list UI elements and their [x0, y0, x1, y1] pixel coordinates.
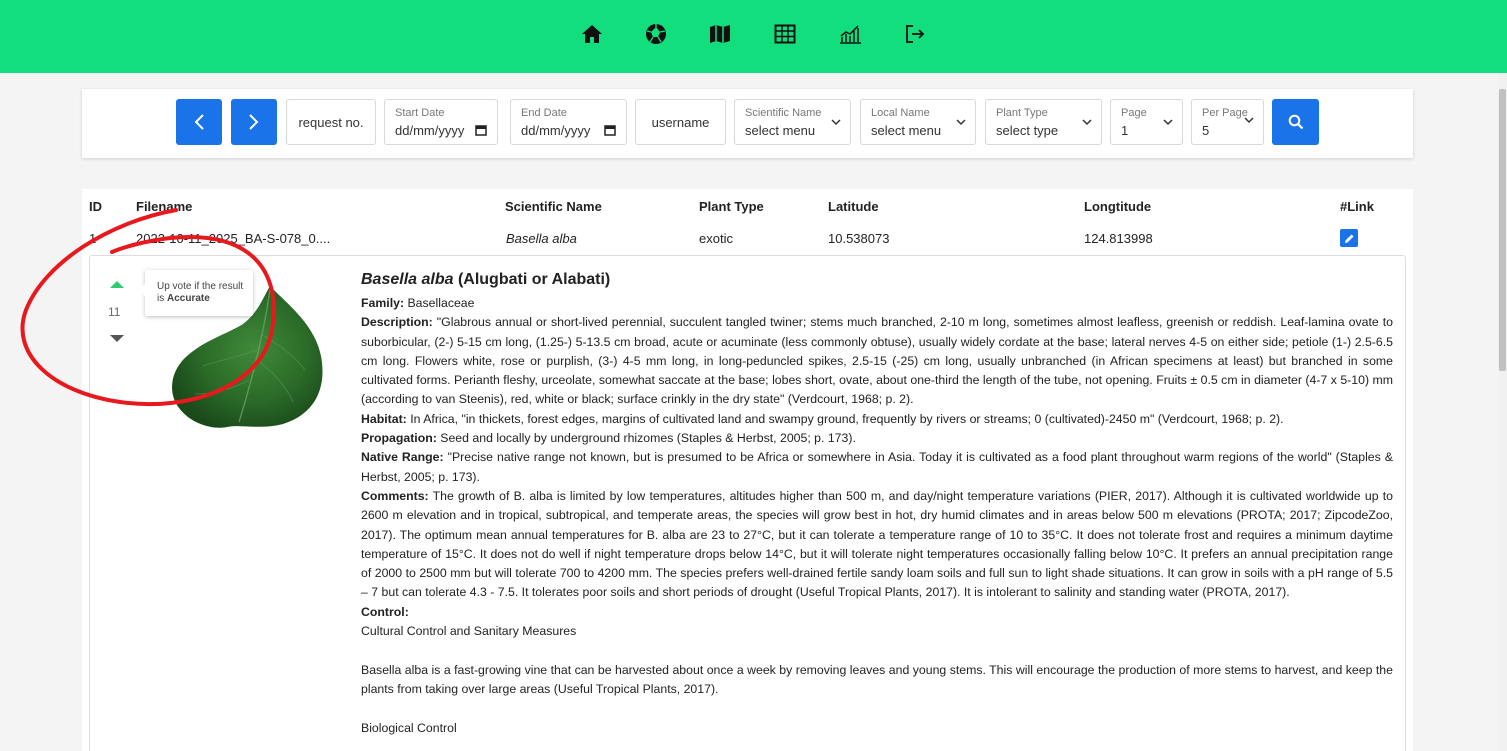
- scientific-name-select[interactable]: Scientific Name select menu: [734, 99, 851, 145]
- chevron-right-icon: [249, 114, 259, 130]
- start-date-value: dd/mm/yyyy: [395, 123, 465, 138]
- end-date-value: dd/mm/yyyy: [521, 123, 591, 138]
- logout-icon[interactable]: [903, 22, 927, 46]
- map-icon[interactable]: [708, 22, 732, 46]
- page-select[interactable]: Page 1: [1110, 99, 1183, 145]
- habitat-value: In Africa, "in thickets, forest edges, m…: [410, 411, 1284, 426]
- chevron-down-icon: [1082, 119, 1092, 126]
- row-id: 1: [89, 231, 97, 246]
- home-icon[interactable]: [580, 22, 604, 46]
- per-page-label: Per Page: [1202, 107, 1248, 119]
- biological-control-label: Biological Control: [361, 720, 457, 735]
- family-value: Basellaceae: [407, 296, 475, 310]
- row-filename: 2022-10-11_2025_BA-S-078_0....: [136, 231, 331, 246]
- local-name-select[interactable]: Local Name select menu: [860, 99, 976, 145]
- vote-tooltip: Up vote if the result is Accurate: [139, 270, 253, 316]
- comments-line: Comments: The growth of B. alba is limit…: [361, 487, 1393, 603]
- propagation-value: Seed and locally by underground rhizomes…: [440, 431, 856, 446]
- plant-type-select[interactable]: Plant Type select type: [985, 99, 1102, 145]
- plant-title: Basella alba (Alugbati or Alabati): [361, 270, 1393, 290]
- native-range-label: Native Range:: [361, 450, 444, 465]
- row-latitude: 10.538073: [828, 231, 890, 246]
- plant-title-scientific: Basella alba: [361, 271, 454, 288]
- row-plant-type: exotic: [699, 231, 733, 246]
- column-header-longitude: Longtitude: [1084, 199, 1152, 214]
- camera-aperture-icon[interactable]: [644, 22, 668, 46]
- next-page-button[interactable]: [231, 99, 277, 145]
- request-number-input[interactable]: request no.: [286, 99, 376, 145]
- native-range-value: "Precise native range not known, but is …: [361, 450, 1393, 484]
- table-icon[interactable]: [773, 22, 797, 46]
- column-header-scientific-name: Scientific Name: [505, 199, 602, 214]
- scientific-name-label: Scientific Name: [745, 107, 822, 119]
- page-value: 1: [1121, 123, 1129, 138]
- column-header-latitude: Latitude: [828, 199, 879, 214]
- family-line: Family: Basellaceae: [361, 294, 1393, 313]
- plant-info: Basella alba (Alugbati or Alabati) Famil…: [361, 270, 1393, 738]
- description-line: Description: "Glabrous annual or short-l…: [361, 313, 1393, 409]
- previous-page-button[interactable]: [176, 99, 222, 145]
- local-name-label: Local Name: [871, 107, 930, 119]
- calendar-icon[interactable]: [475, 124, 487, 136]
- plant-type-label: Plant Type: [996, 107, 1048, 119]
- chevron-down-icon: [831, 119, 841, 126]
- control-text: Basella alba is a fast-growing vine that…: [361, 662, 1393, 696]
- chevron-down-icon: [956, 119, 966, 126]
- end-date-input[interactable]: End Date dd/mm/yyyy: [510, 99, 627, 145]
- start-date-input[interactable]: Start Date dd/mm/yyyy: [384, 99, 498, 145]
- results-table: ID Filename Scientific Name Plant Type L…: [82, 189, 1413, 751]
- description-value: "Glabrous annual or short-lived perennia…: [361, 315, 1393, 407]
- page-label: Page: [1121, 107, 1147, 119]
- edit-button[interactable]: [1340, 229, 1358, 247]
- top-nav-bar: [0, 0, 1507, 73]
- habitat-label: Habitat:: [361, 411, 407, 426]
- scrollbar-thumb[interactable]: [1499, 89, 1506, 371]
- column-header-plant-type: Plant Type: [699, 199, 764, 214]
- calendar-icon[interactable]: [604, 124, 616, 136]
- description-label: Description:: [361, 315, 433, 330]
- plant-title-local: (Alugbati or Alabati): [453, 271, 611, 288]
- column-header-id: ID: [89, 199, 102, 214]
- upvote-icon[interactable]: [109, 280, 125, 289]
- chevron-down-icon: [1244, 117, 1254, 124]
- column-header-filename: Filename: [136, 199, 193, 214]
- chart-icon[interactable]: [838, 22, 862, 46]
- comments-value: The growth of B. alba is limited by low …: [361, 488, 1393, 600]
- propagation-line: Propagation: Seed and locally by undergr…: [361, 429, 1393, 448]
- search-button[interactable]: [1272, 99, 1319, 145]
- habitat-line: Habitat: In Africa, "in thickets, forest…: [361, 410, 1393, 429]
- filter-bar: request no. Start Date dd/mm/yyyy End Da…: [82, 89, 1413, 158]
- comments-label: Comments:: [361, 488, 429, 503]
- family-label: Family:: [361, 296, 405, 310]
- control-subheading: Cultural Control and Sanitary Measures: [361, 624, 577, 639]
- tooltip-bold-text: Accurate: [167, 293, 210, 304]
- vote-count: 11: [108, 305, 121, 319]
- request-number-placeholder: request no.: [298, 115, 364, 130]
- chevron-left-icon: [194, 114, 204, 130]
- plant-detail-panel: 11 Up vote if the result is Accurate Bas…: [89, 255, 1406, 751]
- column-header-link: #Link: [1340, 199, 1374, 214]
- page-scrollbar[interactable]: [1498, 73, 1507, 751]
- row-scientific-name: Basella alba: [506, 231, 577, 246]
- plant-type-value: select type: [996, 123, 1059, 138]
- row-longitude: 124.813998: [1084, 231, 1153, 246]
- control-label: Control:: [361, 604, 409, 619]
- search-icon: [1288, 114, 1303, 130]
- local-name-value: select menu: [871, 123, 942, 138]
- native-range-line: Native Range: "Precise native range not …: [361, 448, 1393, 487]
- end-date-label: End Date: [521, 107, 567, 119]
- start-date-label: Start Date: [395, 107, 445, 119]
- scientific-name-value: select menu: [745, 123, 816, 138]
- downvote-icon[interactable]: [109, 334, 125, 343]
- per-page-value: 5: [1202, 123, 1210, 138]
- username-input[interactable]: username: [635, 99, 726, 145]
- username-placeholder: username: [651, 115, 710, 130]
- chevron-down-icon: [1163, 119, 1173, 126]
- per-page-select[interactable]: Per Page 5: [1191, 99, 1264, 145]
- pencil-icon: [1344, 234, 1353, 243]
- propagation-label: Propagation:: [361, 431, 437, 446]
